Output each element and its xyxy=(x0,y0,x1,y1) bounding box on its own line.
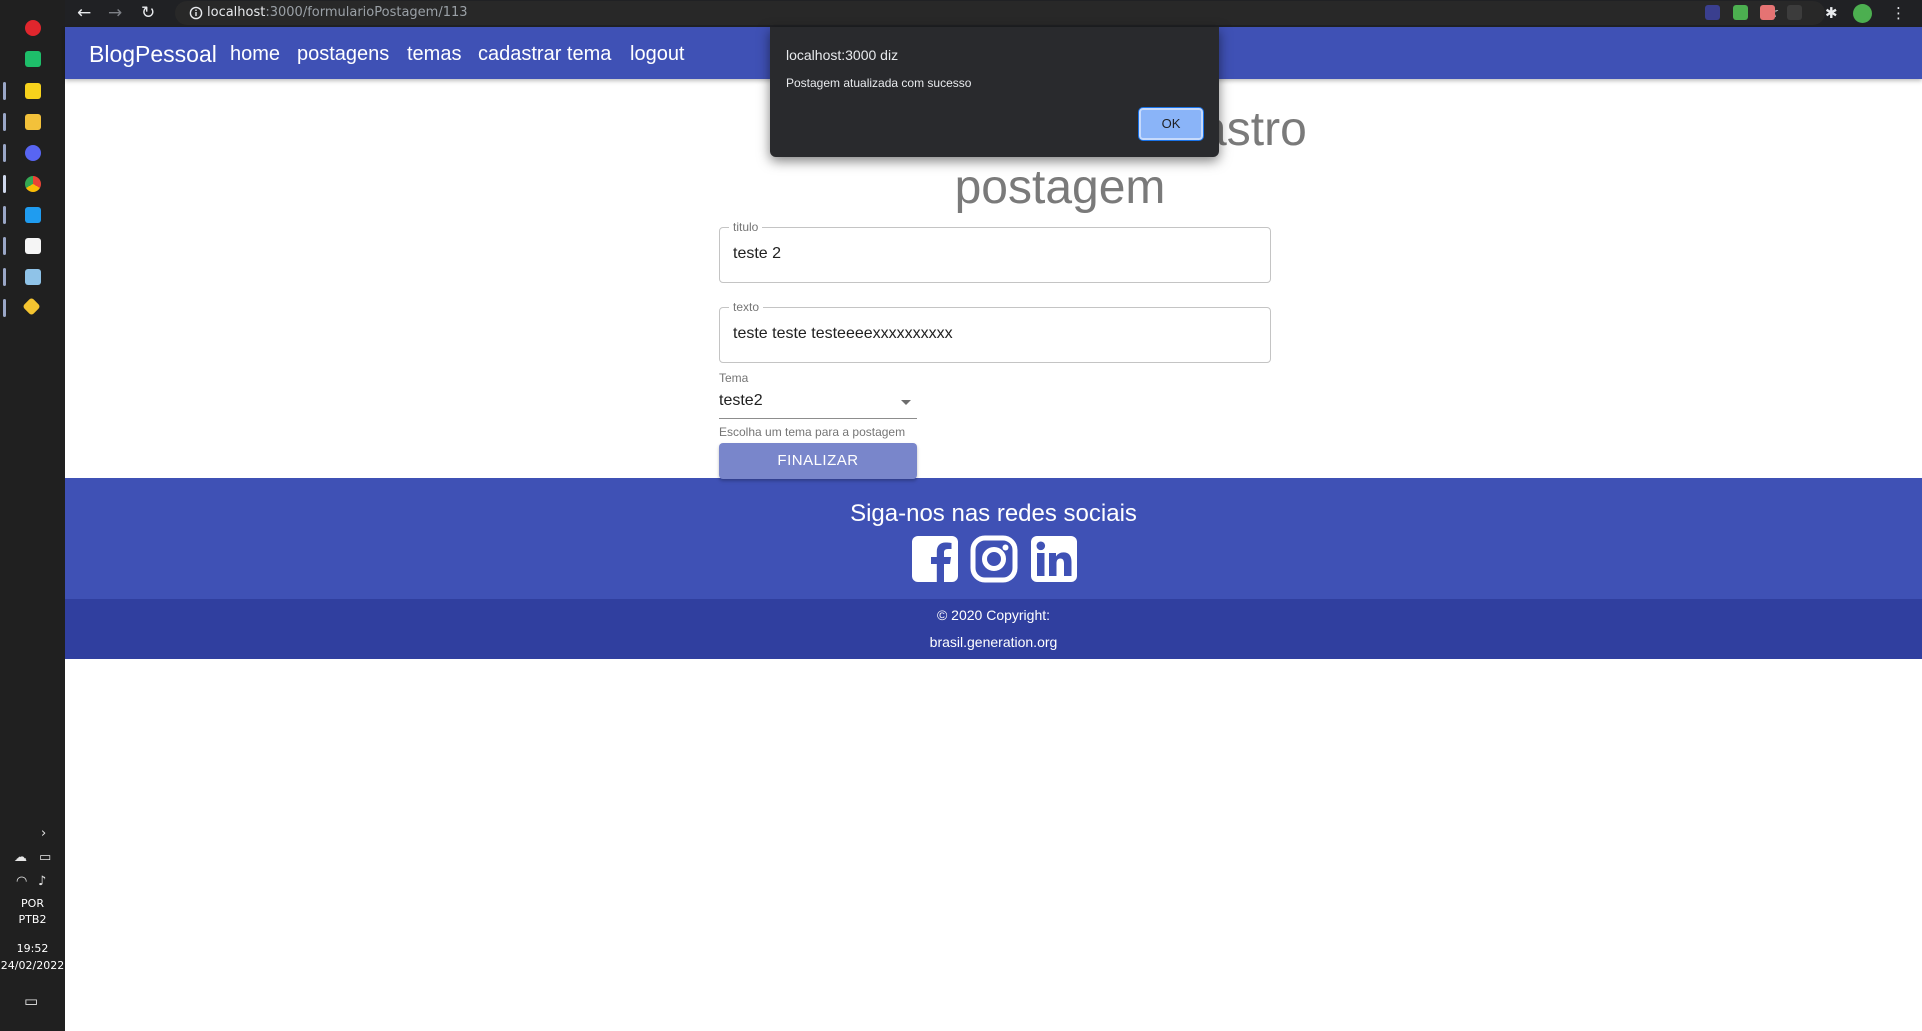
footer-copyright: © 2020 Copyright: brasil.generation.org xyxy=(65,599,1922,659)
copyright-text: © 2020 Copyright: xyxy=(936,607,1051,623)
taskbar-indicator xyxy=(3,144,6,162)
notion-app-icon[interactable] xyxy=(25,238,41,254)
nav-link-logout[interactable]: logout xyxy=(630,43,685,66)
alert-ok-button[interactable]: OK xyxy=(1139,108,1203,140)
page-content: BlogPessoal home postagens temas cadastr… xyxy=(65,27,1922,1031)
sticky-notes-app-icon[interactable] xyxy=(25,83,41,99)
dropdown-arrow-icon xyxy=(901,400,911,405)
cloud-icon[interactable]: ☁ xyxy=(14,850,27,865)
windows-taskbar: › ☁ ▭ ◠ ♪ POR PTB2 19:52 24/02/2022 ▭ xyxy=(0,0,65,1031)
alert-message: Postagem atualizada com sucesso xyxy=(786,76,972,90)
tema-label: Tema xyxy=(719,371,749,385)
finalizar-button[interactable]: FINALIZAR xyxy=(719,443,917,479)
nav-link-cadastrar-tema[interactable]: cadastrar tema xyxy=(478,43,611,66)
extension-ab-icon[interactable] xyxy=(1787,5,1802,20)
clock-time[interactable]: 19:52 xyxy=(0,941,65,957)
facebook-icon[interactable] xyxy=(911,535,959,583)
forward-arrow-icon[interactable]: → xyxy=(108,2,122,24)
taskbar-indicator xyxy=(3,268,6,286)
extension-json-icon[interactable] xyxy=(1733,5,1748,20)
taskbar-indicator xyxy=(3,113,6,131)
notifications-icon[interactable]: ▭ xyxy=(24,992,38,1010)
tema-selected-value: teste2 xyxy=(719,392,763,409)
nav-link-temas[interactable]: temas xyxy=(407,43,461,66)
form-title-line2: postagem xyxy=(954,161,1166,214)
volume-icon[interactable]: ♪ xyxy=(38,874,46,889)
whatsapp-app-icon[interactable] xyxy=(25,51,41,67)
footer-heading: Siga-nos nas redes sociais xyxy=(850,500,1137,527)
reload-icon[interactable]: ↻ xyxy=(141,2,155,24)
chrome-app-icon[interactable] xyxy=(25,176,41,192)
profile-avatar[interactable] xyxy=(1853,4,1872,23)
clock-date[interactable]: 24/02/2022 xyxy=(0,958,65,974)
texto-label: texto xyxy=(729,300,764,314)
site-link[interactable]: brasil.generation.org xyxy=(65,634,1922,650)
battery-icon[interactable]: ▭ xyxy=(39,850,51,865)
instagram-icon[interactable] xyxy=(970,535,1018,583)
extension-window-icon[interactable] xyxy=(1760,5,1775,20)
footer-social: Siga-nos nas redes sociais xyxy=(65,478,1922,599)
notepad-app-icon[interactable] xyxy=(25,269,41,285)
file-explorer-app-icon[interactable] xyxy=(25,114,41,130)
wifi-icon[interactable]: ◠ xyxy=(16,874,27,889)
titulo-field[interactable]: titulo teste 2 xyxy=(719,220,1271,283)
taskbar-indicator xyxy=(3,206,6,224)
site-info-icon[interactable] xyxy=(189,6,203,20)
url-text[interactable]: localhost:3000/formularioPostagem/113 xyxy=(207,5,468,20)
taskbar-indicator xyxy=(3,299,6,317)
alert-title: localhost:3000 diz xyxy=(786,47,899,63)
nav-link-postagens[interactable]: postagens xyxy=(297,43,389,66)
extensions-puzzle-icon[interactable]: ✱ xyxy=(1825,2,1838,24)
tema-select[interactable]: teste2 xyxy=(719,387,917,419)
titulo-label: titulo xyxy=(729,220,763,234)
titulo-input[interactable]: teste 2 xyxy=(733,245,781,263)
taskbar-indicator xyxy=(3,237,6,255)
url-path: :3000/formularioPostagem/113 xyxy=(265,5,468,20)
browser-menu-icon[interactable]: ⋮ xyxy=(1891,2,1906,24)
linkedin-icon[interactable] xyxy=(1030,535,1078,583)
alert-dialog: localhost:3000 diz Postagem atualizada c… xyxy=(770,27,1219,157)
tema-helper-text: Escolha um tema para a postagem xyxy=(719,425,906,439)
taskbar-indicator xyxy=(3,175,6,193)
chevron-right-icon[interactable]: › xyxy=(41,826,46,841)
taskbar-indicator xyxy=(3,82,6,100)
input-language[interactable]: POR xyxy=(0,896,65,912)
git-app-icon[interactable] xyxy=(22,297,41,316)
keyboard-layout[interactable]: PTB2 xyxy=(0,912,65,928)
discord-app-icon[interactable] xyxy=(25,145,41,161)
vscode-app-icon[interactable] xyxy=(25,207,41,223)
brand-logo[interactable]: BlogPessoal xyxy=(89,41,217,68)
browser-toolbar: ← → ↻ localhost:3000/formularioPostagem/… xyxy=(65,0,1922,27)
extension-pen-icon[interactable] xyxy=(1705,5,1720,20)
texto-input[interactable]: teste teste testeeeexxxxxxxxxx xyxy=(733,325,953,343)
texto-field[interactable]: texto teste teste testeeeexxxxxxxxxx xyxy=(719,300,1271,363)
address-bar[interactable]: localhost:3000/formularioPostagem/113 ⇪ … xyxy=(175,1,1825,25)
back-arrow-icon[interactable]: ← xyxy=(77,2,91,24)
nav-link-home[interactable]: home xyxy=(230,43,280,66)
url-host: localhost xyxy=(207,5,266,20)
opera-app-icon[interactable] xyxy=(25,20,41,36)
